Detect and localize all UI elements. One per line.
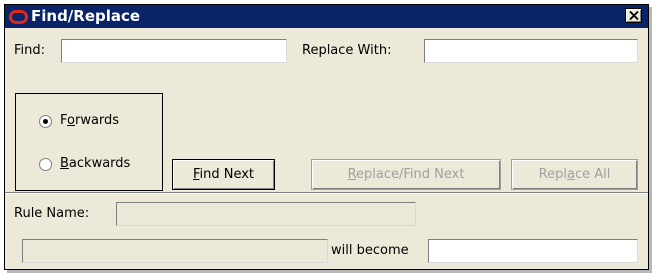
find-next-button[interactable]: Find Next bbox=[172, 159, 275, 190]
oracle-logo-icon bbox=[9, 10, 28, 24]
dialog-title: Find/Replace bbox=[31, 7, 141, 25]
radio-selected-dot bbox=[43, 119, 48, 124]
close-button[interactable] bbox=[625, 8, 642, 23]
find-input[interactable] bbox=[61, 39, 287, 63]
direction-group: Forwards Backwards bbox=[15, 93, 163, 191]
close-icon bbox=[629, 11, 639, 20]
forwards-radio[interactable]: Forwards bbox=[16, 112, 162, 134]
backwards-label: Backwards bbox=[60, 156, 131, 171]
replace-all-button[interactable]: Replace All bbox=[511, 159, 638, 190]
replace-find-next-button[interactable]: Replace/Find Next bbox=[311, 159, 501, 190]
find-replace-dialog: Find/Replace Find: Replace With: Forward… bbox=[4, 4, 649, 270]
forwards-radio-button[interactable] bbox=[39, 115, 52, 128]
rule-new-name-input[interactable] bbox=[428, 239, 638, 263]
backwards-radio-button[interactable] bbox=[39, 158, 52, 171]
forwards-label: Forwards bbox=[60, 113, 120, 128]
find-label: Find: bbox=[14, 43, 46, 58]
separator bbox=[5, 192, 648, 194]
rule-old-name-input[interactable] bbox=[22, 239, 328, 263]
rule-name-input[interactable] bbox=[116, 202, 416, 226]
will-become-label: will become bbox=[331, 243, 409, 258]
rule-name-label: Rule Name: bbox=[14, 206, 90, 221]
backwards-radio[interactable]: Backwards bbox=[16, 155, 162, 177]
title-bar[interactable]: Find/Replace bbox=[5, 5, 648, 28]
replace-with-input[interactable] bbox=[424, 39, 638, 63]
replace-with-label: Replace With: bbox=[302, 43, 392, 58]
